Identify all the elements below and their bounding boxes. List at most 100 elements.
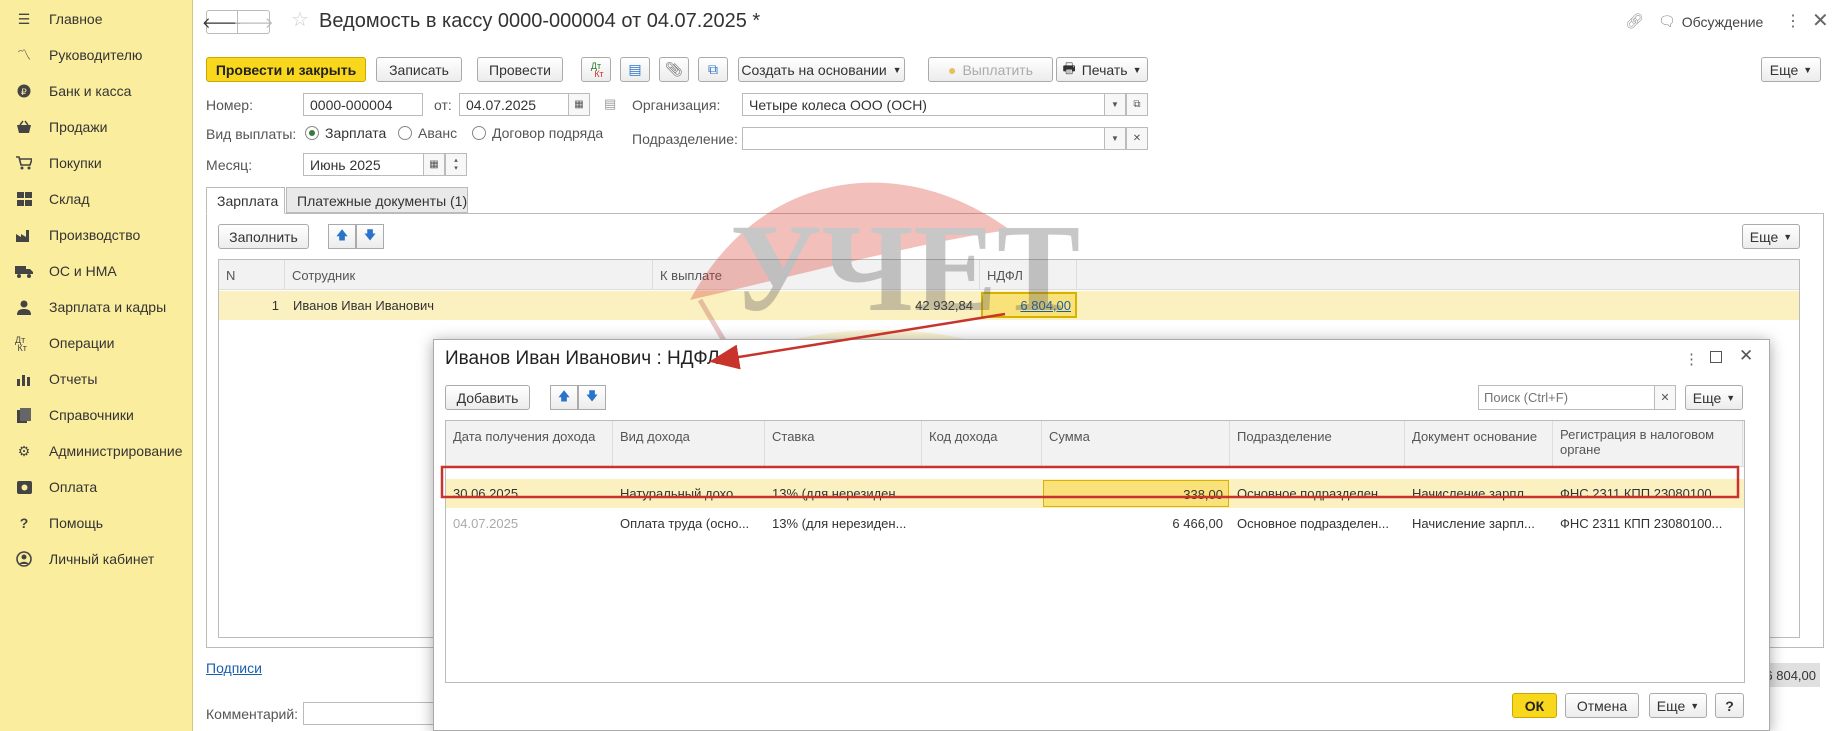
sidebar-item-references[interactable]: Справочники — [0, 397, 192, 433]
link-icon[interactable]: 🔗︎ — [1625, 12, 1644, 30]
ok-button[interactable]: ОК — [1512, 693, 1557, 718]
dialog-more-button[interactable]: Еще ▼ — [1685, 385, 1743, 410]
search-clear-button[interactable]: ✕ — [1654, 385, 1676, 410]
sidebar-item-help[interactable]: ? Помощь — [0, 505, 192, 541]
month-calendar-button[interactable]: ▦ — [423, 153, 445, 176]
column-header-sum[interactable]: Сумма — [1042, 421, 1230, 467]
sidebar-item-warehouse[interactable]: Склад — [0, 181, 192, 217]
structure-button[interactable]: ⧉ — [698, 57, 728, 82]
radio-salary[interactable]: Зарплата — [305, 125, 386, 141]
dialog-more-vertical-icon[interactable]: ⋮ — [1684, 350, 1699, 368]
write-button[interactable]: Записать — [376, 57, 462, 82]
column-header-income-code[interactable]: Код дохода — [922, 421, 1042, 467]
help-button[interactable]: ? — [1715, 693, 1744, 718]
tab-payment-docs[interactable]: Платежные документы (1) — [286, 187, 468, 213]
add-button[interactable]: Добавить — [445, 385, 530, 410]
column-header-rate[interactable]: Ставка — [765, 421, 922, 467]
month-field[interactable]: Июнь 2025 — [303, 153, 428, 176]
table-row[interactable]: 04.07.2025 Оплата труда (осно... 13% (дл… — [446, 509, 1744, 538]
history-icon[interactable]: ▤ — [604, 96, 616, 112]
ndfl-cell[interactable]: 6 804,00 — [981, 292, 1077, 318]
search-input[interactable] — [1478, 385, 1656, 410]
sidebar-item-purchases[interactable]: Покупки — [0, 145, 192, 181]
dtkt-button[interactable]: Дт Кт — [581, 57, 611, 82]
sidebar-item-payment[interactable]: Оплата — [0, 469, 192, 505]
organization-field[interactable]: Четыре колеса ООО (ОСН) — [742, 93, 1125, 116]
dialog-move-up-button[interactable]: 🡅 — [550, 385, 578, 410]
sidebar-item-main[interactable]: ☰ Главное — [0, 1, 192, 37]
column-header-to-pay[interactable]: К выплате — [653, 260, 980, 290]
dialog-move-down-button[interactable]: 🡇 — [578, 385, 606, 410]
chevron-down-icon: ▼ — [1803, 64, 1813, 75]
arrow-down-icon: 🡇 — [585, 389, 599, 403]
division-dropdown-button[interactable]: ▼ — [1104, 127, 1126, 150]
cell-income-type: Натуральный дохо... — [620, 486, 745, 501]
table-row[interactable]: 1 Иванов Иван Иванович 42 932,84 6 804,0… — [219, 291, 1799, 320]
division-clear-button[interactable]: ✕ — [1126, 127, 1148, 150]
radio-advance[interactable]: Аванс — [398, 125, 457, 141]
ndfl-link[interactable]: 6 804,00 — [1020, 298, 1071, 313]
column-header-tax-reg[interactable]: Регистрация в налоговом органе — [1553, 421, 1743, 467]
radio-contract[interactable]: Договор подряда — [472, 125, 603, 141]
sidebar-item-operations[interactable]: Дт Кт Операции — [0, 325, 192, 361]
move-down-button[interactable]: 🡇 — [356, 224, 384, 249]
calendar-button[interactable]: ▦ — [568, 93, 590, 116]
fill-button[interactable]: Заполнить — [218, 224, 309, 249]
maximize-icon[interactable] — [1710, 351, 1722, 363]
number-field[interactable]: 0000-000004 — [303, 93, 423, 116]
division-field[interactable] — [742, 127, 1125, 150]
post-button[interactable]: Провести — [477, 57, 563, 82]
person-icon — [15, 298, 33, 316]
column-header-n[interactable]: N — [219, 260, 285, 290]
sidebar-item-production[interactable]: Производство — [0, 217, 192, 253]
signatures-link[interactable]: Подписи — [206, 660, 262, 676]
list-button[interactable]: ▤ — [620, 57, 650, 82]
cell-sum[interactable]: 338,00 — [1043, 480, 1229, 507]
sidebar-item-reports[interactable]: Отчеты — [0, 361, 192, 397]
forward-button[interactable]: 🡒 — [233, 10, 274, 34]
column-header-doc[interactable]: Документ основание — [1405, 421, 1553, 467]
amount-to-pay: 42 932,84 — [915, 298, 973, 313]
sidebar-item-manager[interactable]: 〽 Руководителю — [0, 37, 192, 73]
favorite-star-icon[interactable]: ☆ — [291, 7, 309, 32]
month-stepper[interactable]: ▴ ▾ — [445, 153, 467, 176]
discussion-button[interactable]: 🗨︎ Обсуждение — [1658, 13, 1763, 30]
move-up-button[interactable]: 🡅 — [328, 224, 356, 249]
dialog-footer-more-button[interactable]: Еще ▼ — [1649, 693, 1707, 718]
column-header-ndfl[interactable]: НДФЛ — [980, 260, 1077, 290]
column-header-date[interactable]: Дата получения дохода — [446, 421, 613, 467]
print-button[interactable]: 🖶︎ Печать ▼ — [1056, 57, 1148, 82]
column-header-division[interactable]: Подразделение — [1230, 421, 1405, 467]
sidebar-item-sales[interactable]: Продажи — [0, 109, 192, 145]
tab-salary[interactable]: Зарплата — [206, 187, 285, 214]
cell-rate: 13% (для нерезиден... — [772, 486, 907, 501]
post-and-close-button[interactable]: Провести и закрыть — [206, 57, 366, 82]
dialog-close-icon[interactable]: ✕ — [1739, 346, 1753, 366]
close-icon[interactable]: ✕ — [1812, 8, 1829, 33]
grid-more-button[interactable]: Еще ▼ — [1742, 224, 1800, 249]
sidebar-item-assets[interactable]: ОС и НМА — [0, 253, 192, 289]
chevron-down-icon: ▼ — [1132, 64, 1142, 75]
sidebar-item-account[interactable]: Личный кабинет — [0, 541, 192, 577]
more-button[interactable]: Еще ▼ — [1761, 57, 1821, 82]
column-header-income-type[interactable]: Вид дохода — [613, 421, 765, 467]
create-based-on-button[interactable]: Создать на основании ▼ — [738, 57, 905, 82]
attach-button[interactable]: 📎︎ — [659, 57, 689, 82]
employee-name: Иванов Иван Иванович — [293, 298, 435, 313]
pay-button[interactable]: ● Выплатить — [928, 57, 1053, 82]
comment-field[interactable] — [303, 702, 443, 725]
organization-dropdown-button[interactable]: ▼ — [1104, 93, 1126, 116]
sidebar-item-bank[interactable]: ₽ Банк и касса — [0, 73, 192, 109]
chart-line-icon: 〽 — [17, 47, 31, 63]
arrow-right-icon: 🡒 — [233, 14, 274, 32]
cancel-button[interactable]: Отмена — [1565, 693, 1639, 718]
column-header-employee[interactable]: Сотрудник — [285, 260, 653, 290]
sidebar-item-salary[interactable]: Зарплата и кадры — [0, 289, 192, 325]
more-vertical-icon[interactable]: ⋮ — [1785, 11, 1801, 31]
stepper-down-icon: ▾ — [454, 164, 458, 172]
ndfl-table: Дата получения дохода Вид дохода Ставка … — [445, 420, 1745, 683]
sidebar-item-admin[interactable]: ⚙ Администрирование — [0, 433, 192, 469]
table-row[interactable]: 30.06.2025 Натуральный дохо... 13% (для … — [446, 479, 1744, 508]
organization-open-button[interactable]: ⧉ — [1126, 93, 1148, 116]
cell-sum: 6 466,00 — [1172, 516, 1223, 531]
